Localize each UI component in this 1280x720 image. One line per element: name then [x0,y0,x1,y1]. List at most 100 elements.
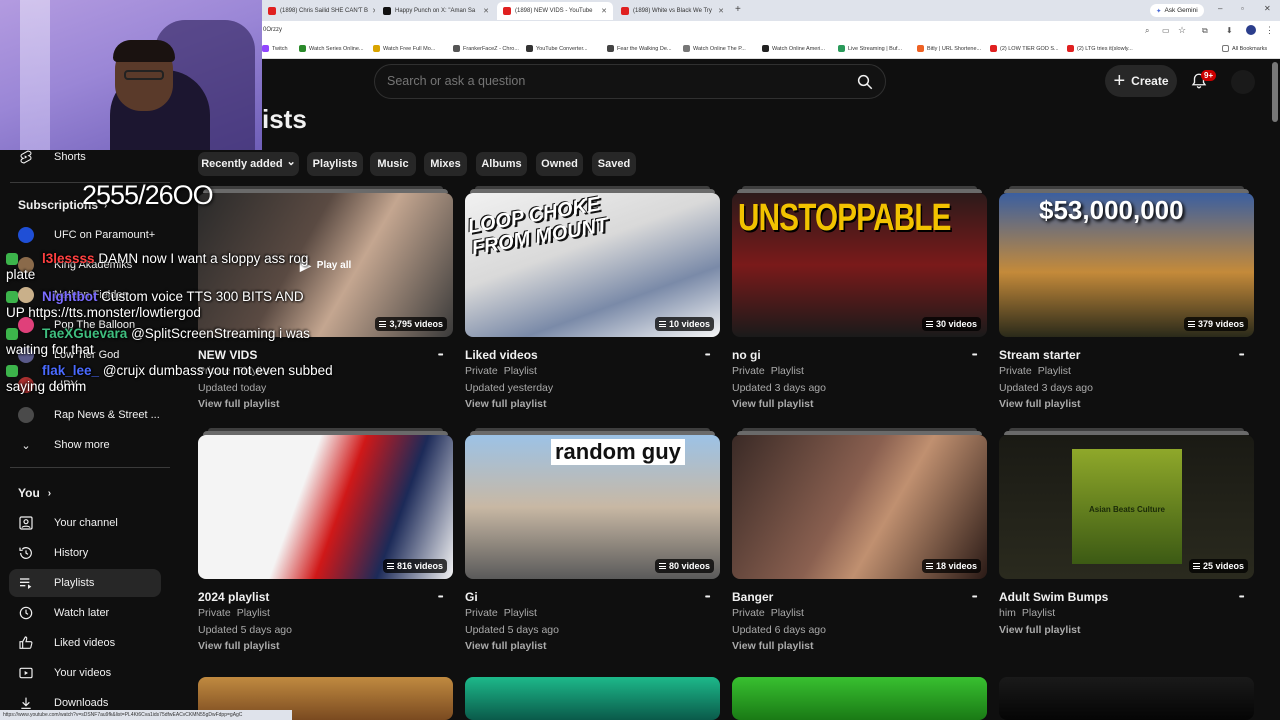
chip-mixes[interactable]: Mixes [424,152,467,176]
view-full-playlist-link[interactable]: View full playlist [732,398,814,410]
search-input[interactable] [387,74,807,88]
all-bookmarks-label: All Bookmarks [1232,45,1268,52]
playlist-title[interactable]: no gi [732,348,761,362]
view-full-playlist-link[interactable]: View full playlist [198,398,280,410]
playlist-title[interactable]: Banger [732,590,773,604]
playlist-thumbnail-partial[interactable] [732,677,987,720]
chevron-right-icon: › [47,487,52,499]
chip-saved[interactable]: Saved [592,152,636,176]
playlist-thumbnail-partial[interactable] [465,677,720,720]
view-full-playlist-link[interactable]: View full playlist [732,640,814,652]
zoom-icon[interactable]: ⌕ [1145,26,1149,36]
channel-avatar [18,227,34,243]
subscription-item[interactable]: Rap News & Street ... [18,405,160,425]
view-full-playlist-link[interactable]: View full playlist [465,398,547,410]
browser-tab[interactable]: (1898) Chris Sailid SHE CAN'T B ✕ [262,2,375,20]
search-button[interactable] [845,65,885,98]
profile-avatar-icon[interactable] [1246,25,1256,35]
all-bookmarks-button[interactable]: All Bookmarks [1222,45,1267,52]
bookmark-item[interactable]: YouTube Converter... [526,45,588,52]
extensions-icon[interactable]: ⧉ [1202,26,1208,36]
sidebar-item-history[interactable]: History [9,539,161,567]
bookmark-item[interactable]: Watch Free Full Mo... [373,45,435,52]
sidebar-item-your-channel[interactable]: Your channel [9,509,161,537]
browser-tab[interactable]: (1898) White vs Black We Try ✕ [615,2,730,20]
chip-playlists[interactable]: Playlists [307,152,363,176]
ask-gemini-button[interactable]: ✦ Ask Gemini [1150,4,1204,17]
sidebar-item-your-videos[interactable]: Your videos [9,659,161,687]
more-options-icon[interactable]: ••• [972,593,977,603]
playlist-title[interactable]: NEW VIDS [198,348,257,362]
playlist-thumbnail[interactable]: 816 videos [198,435,453,579]
playlist-thumbnail[interactable]: UNSTOPPABLE 30 videos [732,193,987,337]
maximize-window-icon[interactable]: ▫ [1241,4,1244,13]
browser-tab[interactable]: Happy Punch on X: "Aman Sa ✕ [377,2,495,20]
bookmark-item[interactable]: Fear the Walking De... [607,45,672,52]
more-options-icon[interactable]: ••• [972,351,977,361]
bookmark-item[interactable]: (2) LTG tries it(slowly... [1067,45,1133,52]
playlist-thumbnail[interactable]: Asian Beats Culture 25 videos [999,435,1254,579]
bookmark-star-icon[interactable]: ☆ [1178,25,1186,36]
playlist-title[interactable]: Liked videos [465,348,538,362]
bookmark-item[interactable]: (2) LOW TIER GOD S... [990,45,1059,52]
subscription-item[interactable]: UFC on Paramount+ [18,225,155,245]
more-options-icon[interactable]: ••• [705,351,710,361]
bookmark-item[interactable]: Watch Online Ameri... [762,45,825,52]
more-options-icon[interactable]: ••• [1239,593,1244,603]
bookmark-item[interactable]: Watch Online The P... [683,45,746,52]
page-scrollbar[interactable] [1272,62,1278,122]
playlist-thumbnail[interactable]: $53,000,000 379 videos [999,193,1254,337]
create-button[interactable]: + Create [1105,65,1177,97]
view-full-playlist-link[interactable]: View full playlist [465,640,547,652]
playlist-thumbnail[interactable]: LOOP CHOKE FROM MOUNT 10 videos [465,193,720,337]
downloads-toolbar-icon[interactable]: ⬇ [1226,26,1233,35]
chip-owned[interactable]: Owned [536,152,583,176]
sidebar-item-liked-videos[interactable]: Liked videos [9,629,161,657]
view-full-playlist-link[interactable]: View full playlist [999,398,1081,410]
close-tab-icon[interactable]: ✕ [479,7,489,15]
notifications-button[interactable]: 9+ [1190,70,1217,92]
playlist-title[interactable]: Stream starter [999,348,1080,362]
browser-tab-active[interactable]: (1898) NEW VIDS - YouTube ✕ [497,2,613,20]
close-tab-icon[interactable]: ✕ [597,7,607,15]
video-count: 816 videos [396,561,443,571]
playlist-title[interactable]: Adult Swim Bumps [999,590,1108,604]
more-options-icon[interactable]: ••• [1239,351,1244,361]
playlist-title[interactable]: 2024 playlist [198,590,269,604]
close-tab-icon[interactable]: ✕ [714,7,724,15]
show-more-button[interactable]: ⌄ Show more [18,435,109,455]
account-avatar[interactable] [1231,70,1255,94]
url-field[interactable]: 0Orzzy [263,27,282,33]
bookmark-item[interactable]: Live Streaming | Buf... [838,45,902,52]
more-options-icon[interactable]: ••• [705,593,710,603]
new-tab-button[interactable]: + [735,4,741,15]
chip-music[interactable]: Music [370,152,416,176]
chip-recently-added[interactable]: Recently added ⌄ [198,152,299,176]
bookmark-item[interactable]: FrankerFaceZ - Chro... [453,45,519,52]
sidebar-item-playlists[interactable]: Playlists [9,569,161,597]
playlist-thumbnail[interactable]: random guy 80 videos [465,435,720,579]
view-full-playlist-link[interactable]: View full playlist [999,624,1081,636]
chip-albums[interactable]: Albums [476,152,527,176]
you-section-header[interactable]: You › [18,486,51,500]
bookmark-item[interactable]: Watch Series Online... [299,45,364,52]
more-options-icon[interactable]: ••• [438,593,443,603]
cast-icon[interactable]: ▭ [1162,26,1170,35]
bookmark-favicon-icon [990,45,997,52]
bookmark-favicon-icon [917,45,924,52]
more-options-icon[interactable]: ••• [438,351,443,361]
playlist-thumbnail[interactable]: 18 videos [732,435,987,579]
browser-menu-icon[interactable]: ⋮ [1265,25,1274,36]
sidebar-item-watch-later[interactable]: Watch later [9,599,161,627]
video-count: 10 videos [668,319,710,329]
view-full-playlist-link[interactable]: View full playlist [198,640,280,652]
minimize-window-icon[interactable]: – [1218,4,1222,13]
close-window-icon[interactable]: ✕ [1264,4,1271,13]
playlist-thumbnail-partial[interactable] [999,677,1254,720]
bookmark-label: Bitly | URL Shortene... [927,45,982,52]
bookmark-item[interactable]: Bitly | URL Shortene... [917,45,981,52]
playlist-title[interactable]: Gi [465,590,478,604]
bookmark-label: Watch Online Ameri... [772,45,825,52]
bookmark-item[interactable]: Twitch [262,45,288,52]
close-tab-icon[interactable]: ✕ [368,7,375,15]
